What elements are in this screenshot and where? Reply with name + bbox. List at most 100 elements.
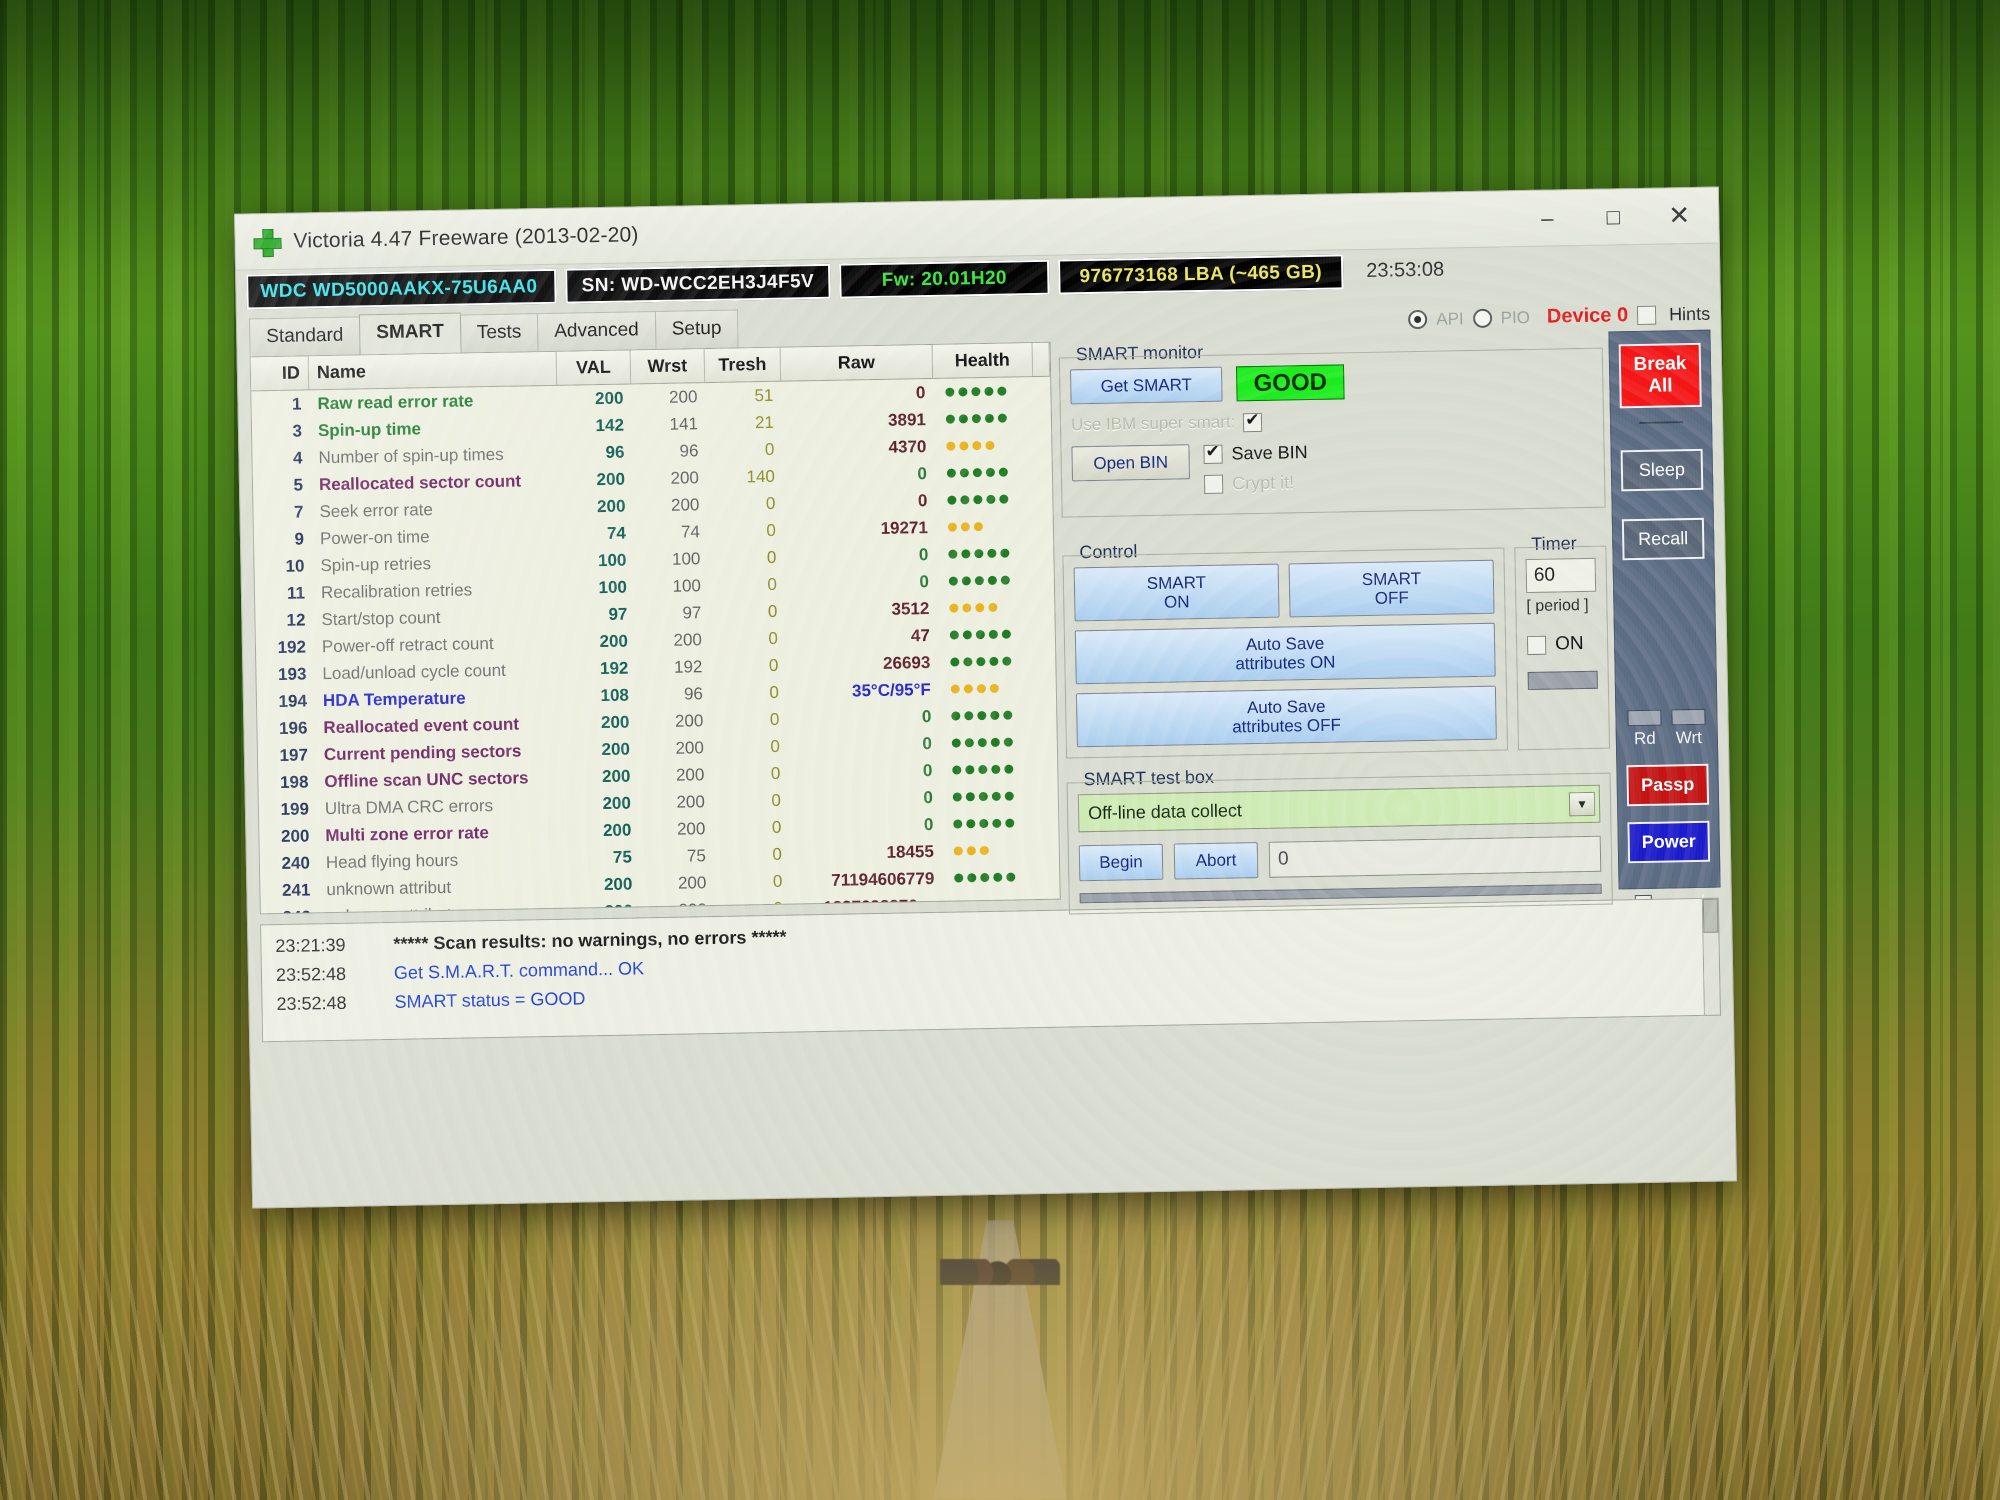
save-bin-checkbox[interactable] [1203, 444, 1223, 464]
col-header-wrst[interactable]: Wrst [630, 349, 706, 384]
col-header-spacer [1032, 342, 1051, 377]
attribute-name: Load/unload cycle count [322, 660, 506, 683]
health-dot-icon [972, 441, 982, 451]
smart-monitor-group: SMART monitor Get SMART GOOD Use IBM sup… [1058, 341, 1606, 518]
timer-period-label: [ period ] [1526, 596, 1589, 616]
attribute-id: 197 [279, 744, 309, 765]
foreground-grass-right [1080, 1170, 2000, 1500]
col-header-id[interactable]: ID [250, 356, 310, 391]
attribute-name: Multi zone error rate [325, 822, 489, 845]
col-header-health[interactable]: Health [932, 343, 1034, 378]
col-header-raw[interactable]: Raw [780, 344, 934, 381]
attribute-threshold: 0 [767, 574, 778, 594]
drive-serial-field: SN: WD-WCC2EH3J4F5V [565, 263, 831, 304]
power-button[interactable]: Power [1627, 820, 1711, 864]
smart-off-line2: OFF [1374, 588, 1409, 608]
tab-standard[interactable]: Standard [248, 316, 361, 357]
attribute-value: 200 [602, 820, 632, 840]
timer-on-checkbox[interactable] [1526, 635, 1547, 655]
pio-label: PIO [1500, 307, 1531, 327]
log-scrollbar[interactable] [1702, 897, 1721, 1016]
col-header-name[interactable]: Name [308, 351, 558, 390]
api-radio[interactable] [1408, 309, 1428, 330]
hints-checkbox[interactable] [1636, 305, 1657, 325]
attribute-name: HDA Temperature [322, 688, 466, 710]
smart-attributes-table: ID Name VAL Wrst Tresh Raw Health 1 Raw r… [249, 341, 1061, 915]
health-dot-icon [974, 576, 984, 586]
attribute-threshold: 0 [772, 844, 783, 864]
health-dot-icon [990, 737, 1000, 747]
test-counter-field[interactable]: 0 [1268, 835, 1602, 879]
attribute-raw: 0 [923, 787, 933, 807]
attribute-name: Recalibration retries [320, 579, 473, 602]
begin-button[interactable]: Begin [1078, 843, 1164, 882]
tab-smart[interactable]: SMART [358, 312, 462, 355]
tab-setup[interactable]: Setup [654, 309, 739, 349]
sleep-button[interactable]: Sleep [1620, 448, 1704, 492]
attribute-id: 10 [285, 555, 305, 576]
health-dot-icon [952, 792, 962, 802]
get-smart-button[interactable]: Get SMART [1070, 366, 1223, 405]
health-dot-icon [980, 899, 990, 910]
health-dot-icon [984, 413, 994, 423]
attribute-health-dots [943, 899, 1043, 910]
rd-wrt-leds: Rd Wrt [1627, 708, 1706, 749]
ibm-super-smart-row: Use IBM super smart: [1071, 406, 1593, 436]
autosave-off-button[interactable]: Auto Save attributes OFF [1075, 685, 1497, 748]
smart-off-button[interactable]: SMART OFF [1288, 559, 1495, 618]
attribute-id: 199 [280, 798, 310, 819]
attribute-raw: 0 [923, 814, 934, 834]
pio-radio[interactable] [1472, 308, 1492, 329]
attribute-threshold: 0 [771, 790, 782, 810]
health-dot-icon [1002, 656, 1012, 666]
attribute-worst: 192 [673, 656, 703, 677]
attribute-threshold: 0 [765, 493, 776, 513]
health-dot-icon [953, 819, 963, 829]
attribute-worst: 74 [680, 521, 701, 542]
attribute-value: 100 [597, 550, 627, 570]
col-header-tresh[interactable]: Tresh [704, 347, 782, 383]
health-dot-icon [976, 683, 986, 694]
health-dot-icon [979, 818, 989, 829]
bin-checkboxes: Save BIN Crypt it! [1203, 442, 1308, 504]
recall-button[interactable]: Recall [1621, 517, 1705, 561]
health-dot-icon [975, 603, 985, 613]
autosave-on-button[interactable]: Auto Save attributes ON [1074, 622, 1496, 685]
open-bin-button[interactable]: Open BIN [1071, 444, 1191, 482]
log-output: 23:21:39 ***** Scan results: no warnings,… [260, 897, 1705, 1043]
passport-button[interactable]: Passp [1626, 763, 1710, 807]
health-dot-icon [950, 684, 960, 694]
break-all-button[interactable]: Break All [1618, 342, 1702, 409]
attribute-value: 75 [612, 847, 633, 867]
health-dot-icon [992, 818, 1002, 828]
chevron-down-icon[interactable]: ▼ [1568, 792, 1596, 817]
health-dot-icon [1003, 710, 1013, 720]
col-header-val[interactable]: VAL [556, 350, 632, 385]
health-dot-icon [960, 495, 970, 505]
health-dot-icon [945, 387, 955, 397]
ibm-super-smart-checkbox[interactable] [1243, 412, 1263, 432]
api-label: API [1436, 308, 1464, 329]
attribute-name: Current pending sectors [323, 741, 522, 764]
timer-period-input[interactable]: 60 [1525, 557, 1597, 594]
smart-on-button[interactable]: SMART ON [1073, 563, 1280, 622]
attribute-threshold: 0 [770, 736, 781, 756]
minimize-button[interactable]: – [1514, 191, 1581, 246]
health-dot-icon [975, 630, 985, 640]
log-scrollbar-thumb[interactable] [1702, 898, 1719, 933]
attribute-id: 3 [292, 420, 303, 441]
maximize-button[interactable]: □ [1580, 189, 1647, 244]
timer-legend: Timer [1525, 533, 1583, 556]
close-button[interactable]: ✕ [1646, 188, 1713, 243]
test-type-select[interactable]: Off-line data collect ▼ [1077, 784, 1601, 833]
health-dot-icon [948, 576, 958, 586]
crypt-checkbox[interactable] [1203, 474, 1224, 494]
health-dot-icon [987, 548, 997, 558]
log-timestamp: 23:21:39 [275, 934, 346, 957]
abort-button[interactable]: Abort [1173, 842, 1259, 880]
attribute-health-dots [933, 386, 1033, 397]
health-dot-icon [958, 387, 968, 397]
tab-tests[interactable]: Tests [459, 313, 539, 353]
health-dot-icon [951, 738, 961, 748]
tab-advanced[interactable]: Advanced [536, 310, 657, 352]
